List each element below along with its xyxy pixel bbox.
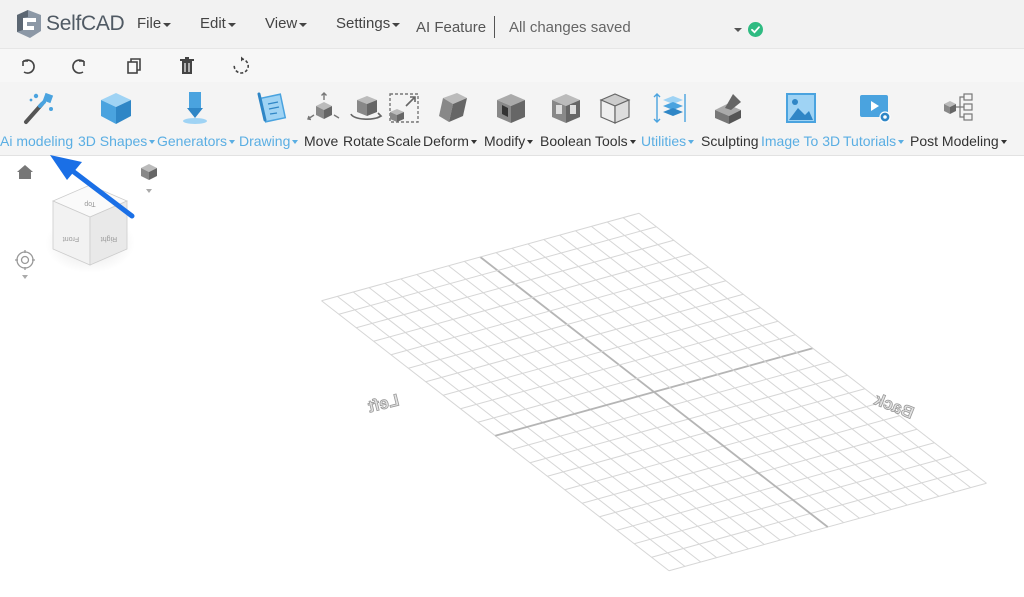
redo-icon[interactable] xyxy=(69,55,91,77)
deform-icon xyxy=(439,93,467,122)
chevron-down-icon xyxy=(163,22,172,27)
selfcad-logo-icon xyxy=(17,10,41,38)
tool-scale[interactable]: Scale xyxy=(386,82,422,156)
tools-icon xyxy=(599,93,631,124)
file-menu-label: File xyxy=(137,15,162,32)
app-name: SelfCAD xyxy=(46,12,125,35)
chevron-down-icon xyxy=(229,139,236,144)
tool-label: Tools xyxy=(595,133,636,149)
tool-tutorials[interactable]: Tutorials xyxy=(843,82,908,156)
tutorials-icon xyxy=(860,95,891,123)
tool-post-modeling[interactable]: Post Modeling xyxy=(910,82,1020,156)
tool-rotate[interactable]: Rotate xyxy=(343,82,385,156)
generator-icon xyxy=(183,92,207,124)
tool-sculpting[interactable]: Sculpting xyxy=(701,82,759,156)
chevron-down-icon xyxy=(527,139,534,144)
settings-menu[interactable]: Settings xyxy=(336,15,401,32)
copy-icon[interactable] xyxy=(123,55,145,77)
view-menu-label: View xyxy=(265,15,298,32)
save-status: All changes saved xyxy=(509,19,631,36)
sculpting-icon xyxy=(715,94,741,124)
chevron-down-icon xyxy=(898,139,905,144)
ai-feature-link[interactable]: AI Feature xyxy=(416,19,486,36)
chevron-down-icon[interactable] xyxy=(734,28,742,32)
tool-ai-modeling[interactable]: Ai modeling xyxy=(0,82,76,156)
menu-divider xyxy=(494,16,495,38)
tool-image-to-3d[interactable]: Image To 3D xyxy=(761,82,841,156)
tool-label: Sculpting xyxy=(701,133,759,149)
chevron-down-icon xyxy=(149,139,156,144)
post-modeling-icon xyxy=(944,93,973,121)
tool-label: Generators xyxy=(157,133,236,149)
tool-label: Rotate xyxy=(343,133,385,149)
chevron-down-icon xyxy=(292,139,299,144)
image-to-3d-icon xyxy=(786,93,816,123)
boolean-icon xyxy=(552,94,580,123)
grid-line xyxy=(638,212,987,484)
tool-label: 3D Shapes xyxy=(78,133,156,149)
chevron-down-icon xyxy=(629,139,636,144)
tool-drawing[interactable]: Drawing xyxy=(239,82,303,156)
file-menu[interactable]: File xyxy=(137,15,172,32)
reset-icon[interactable] xyxy=(230,55,252,77)
ai-wand-icon xyxy=(24,92,54,124)
tool-utilities[interactable]: Utilities xyxy=(641,82,699,156)
tool-generators[interactable]: Generators xyxy=(157,82,237,156)
grid-canvas: Left Back xyxy=(321,212,987,572)
grid-line xyxy=(321,212,640,302)
grid-line xyxy=(356,239,674,329)
saved-check-icon xyxy=(748,22,763,37)
view-menu[interactable]: View xyxy=(265,15,308,32)
tool-label: Deform xyxy=(423,133,477,149)
chevron-down-icon xyxy=(392,22,401,27)
grid-line xyxy=(622,217,971,489)
chevron-down-icon xyxy=(299,22,308,27)
chevron-down-icon xyxy=(1000,139,1007,144)
tool-move[interactable]: Move xyxy=(304,82,342,156)
tool-deform[interactable]: Deform xyxy=(423,82,481,156)
tool-label: Modify xyxy=(484,133,534,149)
grid-line xyxy=(606,221,956,493)
tool-label: Move xyxy=(304,133,339,149)
grid-label-left: Left xyxy=(366,390,401,416)
tool-boolean[interactable]: Boolean xyxy=(540,82,594,156)
edit-menu-label: Edit xyxy=(200,15,226,32)
tool-tools[interactable]: Tools xyxy=(595,82,639,156)
tool-label: Image To 3D xyxy=(761,133,841,149)
drawing-icon xyxy=(257,92,287,123)
grid-line xyxy=(338,226,657,315)
settings-menu-label: Settings xyxy=(336,15,391,32)
utilities-icon xyxy=(653,93,686,123)
edit-menu[interactable]: Edit xyxy=(200,15,236,32)
tool-3d-shapes[interactable]: 3D Shapes xyxy=(78,82,156,156)
menu-bar: SelfCAD File Edit View Settings AI Featu… xyxy=(0,0,1024,48)
move-icon xyxy=(307,92,340,121)
selfcad-logo[interactable]: SelfCAD xyxy=(14,9,125,39)
scale-icon xyxy=(389,93,419,123)
tool-modify[interactable]: Modify xyxy=(484,82,539,156)
undo-icon[interactable] xyxy=(16,55,38,77)
tool-label: Ai modeling xyxy=(0,133,74,149)
chevron-down-icon xyxy=(227,22,236,27)
rotate-icon xyxy=(350,96,383,120)
modify-icon xyxy=(497,94,525,123)
quick-action-bar xyxy=(0,48,1024,82)
tool-label: Tutorials xyxy=(843,133,905,149)
grid-line xyxy=(591,225,940,497)
chevron-down-icon xyxy=(470,139,477,144)
delete-icon[interactable] xyxy=(176,55,198,77)
tool-label: Post Modeling xyxy=(910,133,1007,149)
tool-label: Utilities xyxy=(641,133,695,149)
tool-ribbon: Ai modeling 3D Shapes Generators Drawing xyxy=(0,82,1024,156)
tool-label: Boolean xyxy=(540,133,592,149)
chevron-down-icon xyxy=(688,139,695,144)
tool-label: Drawing xyxy=(239,133,299,149)
tool-label: Scale xyxy=(386,133,422,149)
3d-viewport[interactable]: Left Back Top Front Right xyxy=(0,157,1024,597)
cube-icon xyxy=(101,93,131,124)
